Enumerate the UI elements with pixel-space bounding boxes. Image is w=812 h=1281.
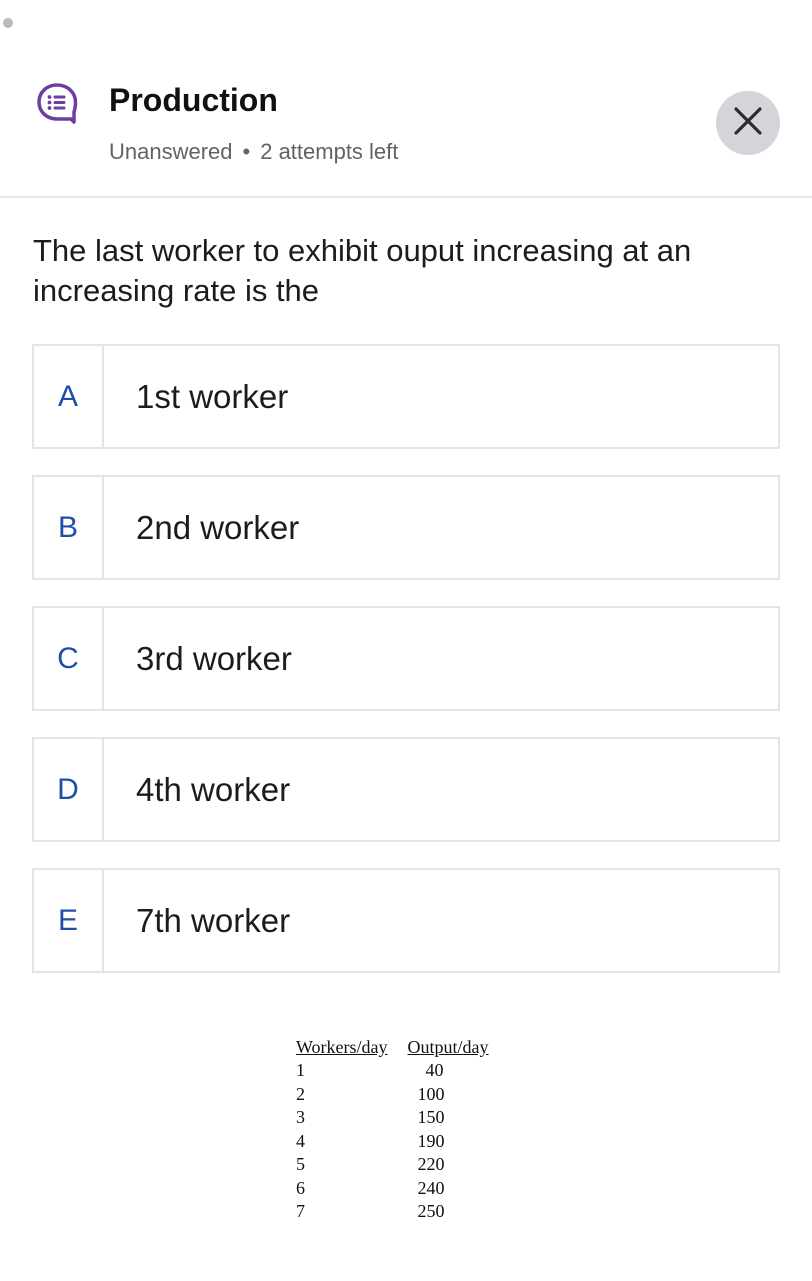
output-cell: 220 — [417, 1154, 445, 1174]
table-header-output: Output/day — [407, 1037, 489, 1057]
option-letter: A — [34, 346, 104, 447]
option-label: 3rd worker — [136, 639, 292, 677]
header-divider — [0, 196, 812, 198]
output-cell: 250 — [417, 1201, 445, 1221]
output-cell: 240 — [417, 1177, 445, 1198]
quiz-page: Production Unanswered • 2 attempts left Th… — [0, 0, 812, 1281]
output-cell: 150 — [417, 1107, 445, 1127]
option-c[interactable]: C 3rd worker — [32, 606, 780, 711]
workers-cell: 1 — [296, 1060, 305, 1080]
option-label: 4th worker — [136, 770, 291, 808]
table-row: 5 220 — [296, 1153, 489, 1177]
option-label: 1st worker — [136, 377, 289, 415]
status-separator: • — [242, 139, 251, 164]
option-letter: C — [34, 608, 104, 709]
answer-options: A 1st worker B 2nd worker C 3rd worker D… — [32, 344, 780, 999]
close-button[interactable] — [716, 91, 780, 155]
page-title: Production — [109, 82, 278, 118]
table-header-workers: Workers/day — [296, 1037, 388, 1057]
production-data-table: Workers/day Output/day 1 40 2 100 3 150 — [296, 1036, 516, 1236]
table-row: 6 240 — [296, 1177, 489, 1201]
question-header: Production Unanswered • 2 attempts left — [0, 0, 812, 197]
option-a[interactable]: A 1st worker — [32, 344, 780, 449]
output-cell: 100 — [417, 1083, 445, 1104]
workers-cell: 5 — [296, 1154, 305, 1174]
option-d[interactable]: D 4th worker — [32, 737, 780, 842]
question-text: The last worker to exhibit ouput increas… — [33, 233, 692, 308]
output-cell: 40 — [425, 1060, 444, 1080]
attempts-left: 2 attempts left — [260, 139, 399, 164]
close-icon — [733, 106, 763, 141]
workers-cell: 7 — [296, 1201, 305, 1221]
table-row: 3 150 — [296, 1106, 489, 1130]
question-status: Unanswered • 2 attempts left — [109, 137, 398, 167]
option-letter: B — [34, 477, 104, 578]
workers-cell: 4 — [296, 1130, 305, 1151]
option-letter: D — [34, 739, 104, 840]
workers-cell: 2 — [296, 1083, 305, 1104]
table-row: 7 250 — [296, 1200, 489, 1224]
status-text: Unanswered — [109, 139, 233, 164]
output-cell: 190 — [417, 1130, 445, 1151]
quiz-chat-icon — [36, 82, 78, 124]
option-label: 2nd worker — [136, 508, 300, 546]
option-b[interactable]: B 2nd worker — [32, 475, 780, 580]
table-row: 2 100 — [296, 1083, 489, 1107]
option-label: 7th worker — [136, 901, 291, 939]
option-letter: E — [34, 870, 104, 971]
option-e[interactable]: E 7th worker — [32, 868, 780, 973]
workers-cell: 6 — [296, 1177, 305, 1198]
table-row: 4 190 — [296, 1130, 489, 1154]
table-row: 1 40 — [296, 1059, 489, 1083]
workers-cell: 3 — [296, 1107, 305, 1127]
